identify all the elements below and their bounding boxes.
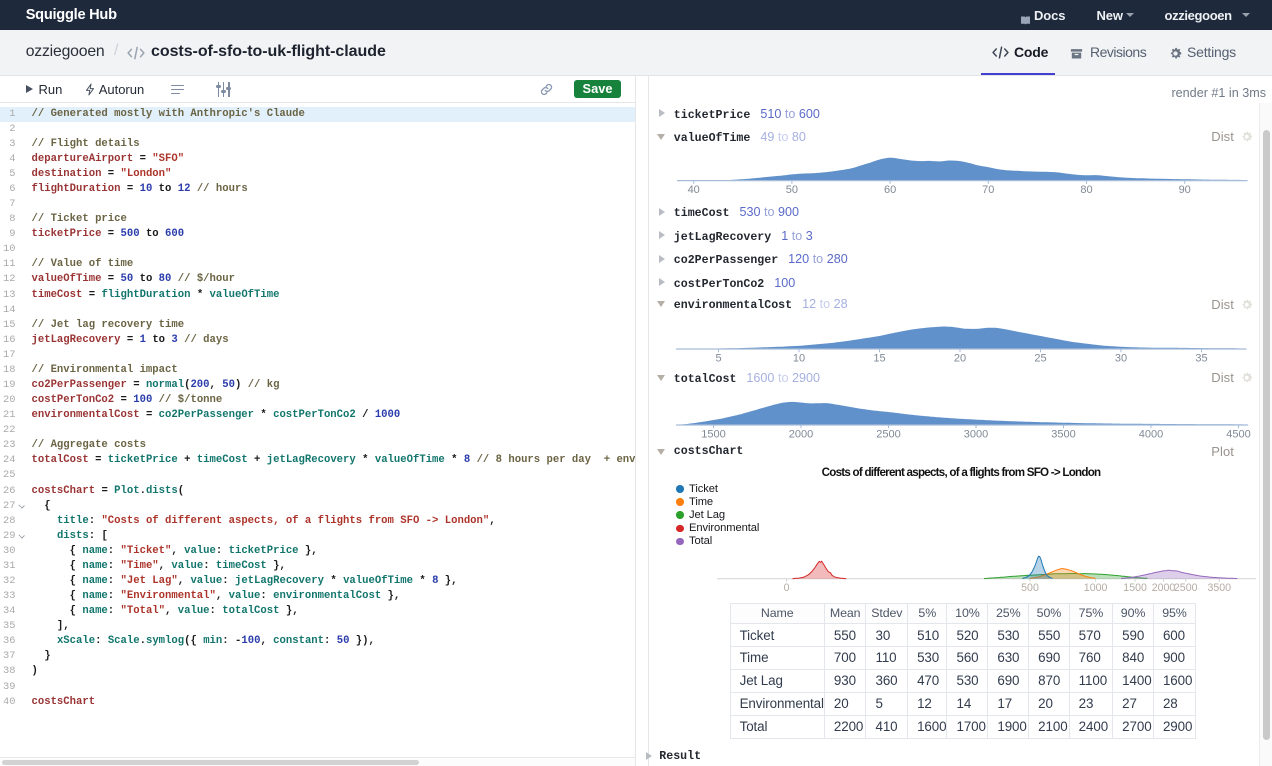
svg-text:15: 15: [873, 353, 885, 365]
svg-text:90: 90: [1179, 184, 1191, 196]
svg-text:80: 80: [1080, 184, 1092, 196]
svg-text:40: 40: [688, 184, 700, 196]
svg-text:25: 25: [1034, 353, 1046, 365]
svg-text:1500: 1500: [701, 429, 725, 441]
svg-text:10: 10: [793, 353, 805, 365]
svg-text:5: 5: [715, 353, 721, 365]
svg-text:0: 0: [784, 582, 790, 594]
svg-text:500: 500: [1021, 582, 1039, 594]
svg-text:4500: 4500: [1226, 429, 1250, 441]
svg-text:30: 30: [1115, 353, 1127, 365]
svg-text:70: 70: [982, 184, 994, 196]
svg-text:1500: 1500: [1123, 582, 1147, 594]
svg-text:3000: 3000: [964, 429, 988, 441]
svg-text:1000: 1000: [1084, 582, 1108, 594]
svg-text:2000: 2000: [789, 429, 813, 441]
svg-text:3500: 3500: [1208, 582, 1232, 594]
svg-text:20: 20: [954, 353, 966, 365]
svg-text:3500: 3500: [1051, 429, 1075, 441]
svg-text:60: 60: [884, 184, 896, 196]
svg-text:2000: 2000: [1152, 582, 1176, 594]
svg-text:2500: 2500: [1174, 582, 1198, 594]
svg-text:4000: 4000: [1139, 429, 1163, 441]
svg-text:35: 35: [1195, 353, 1207, 365]
svg-text:2500: 2500: [876, 429, 900, 441]
svg-text:50: 50: [786, 184, 798, 196]
